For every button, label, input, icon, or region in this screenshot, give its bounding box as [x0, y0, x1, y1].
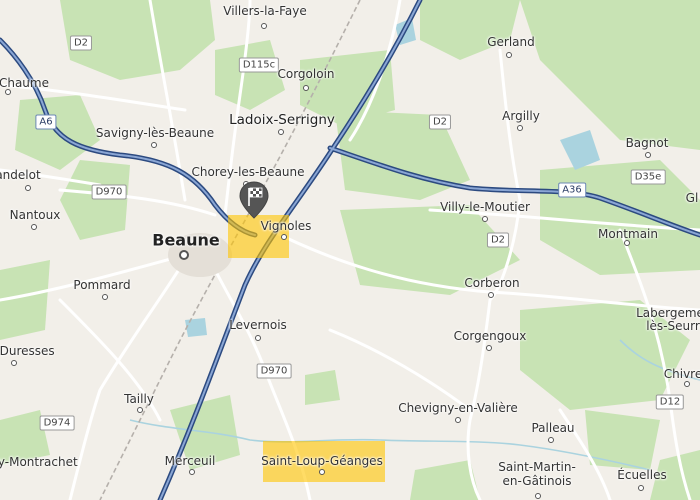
place-dot	[482, 216, 488, 222]
map-view[interactable]: D2 D115c A6 D2 A36 D35e D970 D2 D970 D97…	[0, 0, 700, 500]
place-label-levernois[interactable]: Levernois	[229, 318, 287, 332]
place-label-saint-martin[interactable]: Saint-Martin-	[498, 460, 576, 474]
place-label-corberon[interactable]: Corberon	[464, 276, 519, 290]
road-shield-d35e: D35e	[630, 169, 666, 185]
place-label-merceuil[interactable]: Merceuil	[165, 454, 216, 468]
place-label-gerland[interactable]: Gerland	[487, 35, 535, 49]
checkered-flag-icon[interactable]	[238, 180, 270, 220]
place-dot	[102, 294, 108, 300]
map-base-layer	[0, 0, 700, 500]
place-dot	[31, 224, 37, 230]
place-label-palleau[interactable]: Palleau	[531, 421, 574, 435]
place-label-chivre[interactable]: Chivre	[664, 367, 700, 381]
place-label-gl[interactable]: Gl	[686, 191, 699, 205]
road-shield-d970-w: D970	[91, 184, 127, 200]
place-label-ladoix-serrigny[interactable]: Ladoix-Serrigny	[229, 112, 335, 128]
place-label-villy-le-moutier[interactable]: Villy-le-Moutier	[440, 200, 530, 214]
place-dot	[303, 85, 309, 91]
place-label-ecuelles[interactable]: Écuelles	[617, 468, 666, 482]
place-label-argilly[interactable]: Argilly	[502, 109, 540, 123]
place-label-labergement[interactable]: Labergeme	[636, 306, 700, 320]
place-label-pommard[interactable]: Pommard	[73, 278, 130, 292]
place-dot	[684, 381, 690, 387]
place-label-montmain[interactable]: Montmain	[598, 227, 658, 241]
place-dot	[645, 152, 651, 158]
place-label-tailly[interactable]: Tailly	[124, 392, 154, 406]
place-label-corgoloin[interactable]: Corgoloin	[277, 67, 334, 81]
place-label-saint-martin-line2[interactable]: en-Gâtinois	[503, 474, 572, 488]
road-shield-d12: D12	[655, 394, 685, 410]
place-dot	[486, 345, 492, 351]
place-label-nantoux[interactable]: Nantoux	[10, 208, 61, 222]
place-dot	[319, 469, 325, 475]
road-shield-d2-center: D2	[428, 114, 452, 130]
place-label-saint-loup-geanges[interactable]: Saint-Loup-Géanges	[261, 454, 383, 468]
place-dot	[638, 485, 644, 491]
place-label-montrachet[interactable]: ny-Montrachet	[0, 455, 78, 469]
road-shield-a6: A6	[35, 114, 57, 130]
place-label-bagnot[interactable]: Bagnot	[626, 136, 669, 150]
place-dot	[506, 52, 512, 58]
place-dot	[281, 234, 287, 240]
place-label-vignoles[interactable]: Vignoles	[261, 219, 312, 233]
road-shield-a36: A36	[558, 182, 586, 198]
place-label-villers-la-faye[interactable]: Villers-la-Faye	[223, 4, 307, 18]
place-dot	[535, 493, 541, 499]
place-dot-beaune	[179, 250, 189, 260]
place-label-beaune[interactable]: Beaune	[152, 231, 219, 250]
place-label-duresses[interactable]: -Duresses	[0, 344, 55, 358]
place-dot	[137, 407, 143, 413]
place-label-corgengoux[interactable]: Corgengoux	[454, 329, 527, 343]
forest-areas	[0, 0, 700, 500]
place-dot	[11, 360, 17, 366]
place-dot	[261, 23, 267, 29]
place-dot	[189, 469, 195, 475]
place-dot	[517, 125, 523, 131]
place-label-chaume[interactable]: n-Chaume	[0, 76, 49, 90]
place-dot	[255, 335, 261, 341]
place-dot	[548, 437, 554, 443]
place-dot	[151, 142, 157, 148]
place-label-labergement-line2[interactable]: lès-Seurr	[646, 319, 700, 333]
place-dot	[488, 292, 494, 298]
place-label-andelot[interactable]: andelot	[0, 168, 41, 182]
road-shield-d2-nw: D2	[69, 35, 93, 51]
place-label-savigny-les-beaune[interactable]: Savigny-lès-Beaune	[96, 126, 214, 140]
place-label-chevigny-en-valiere[interactable]: Chevigny-en-Valière	[398, 401, 518, 415]
road-shield-d115c: D115c	[238, 57, 280, 73]
place-dot	[278, 129, 284, 135]
place-dot	[25, 185, 31, 191]
place-dot	[455, 417, 461, 423]
road-shield-d970-s: D970	[256, 363, 292, 379]
road-shield-d2-south: D2	[486, 232, 510, 248]
road-shield-d974: D974	[39, 415, 75, 431]
place-label-chorey-les-beaune[interactable]: Chorey-les-Beaune	[191, 165, 304, 179]
